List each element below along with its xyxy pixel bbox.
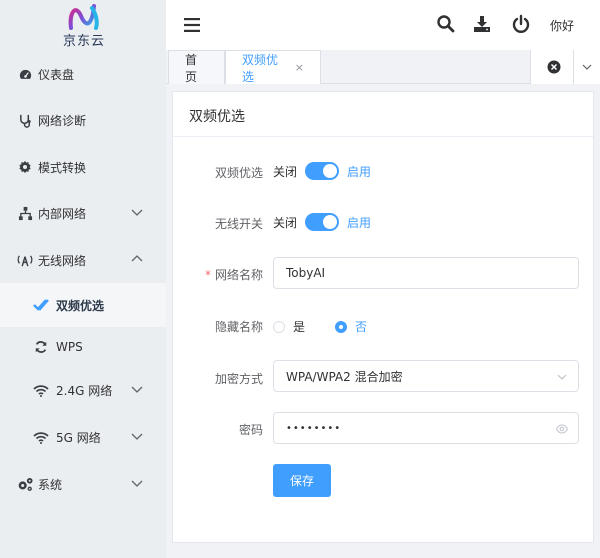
top-header: 你好 bbox=[166, 0, 600, 50]
wireless-switch-row: 关闭 启用 bbox=[273, 213, 371, 231]
jdcloud-logo-icon bbox=[68, 4, 99, 30]
sidebar-item-label: 仪表盘 bbox=[38, 67, 75, 82]
user-greeting[interactable]: 你好 bbox=[550, 17, 574, 34]
tab-dual-band[interactable]: 双频优选 × bbox=[225, 50, 321, 84]
dual-band-label: 双频优选 bbox=[214, 166, 263, 180]
radio-no-label[interactable]: 否 bbox=[355, 318, 367, 335]
tab-close-icon[interactable]: × bbox=[295, 61, 304, 74]
search-icon[interactable] bbox=[436, 14, 456, 34]
sidebar-item-label: 双频优选 bbox=[56, 298, 105, 313]
sidebar-item-network-diagnosis[interactable]: 网络诊断 bbox=[0, 98, 166, 142]
sidebar-item-label: 2.4G 网络 bbox=[56, 383, 113, 398]
dual-band-switch[interactable] bbox=[305, 162, 340, 180]
hide-name-label: 隐藏名称 bbox=[214, 320, 263, 334]
sidebar-item-label: 系统 bbox=[38, 477, 63, 492]
ssid-label-text: 网络名称 bbox=[214, 268, 263, 282]
radio-yes[interactable] bbox=[273, 320, 285, 333]
switch-off-text: 关闭 bbox=[273, 215, 298, 230]
radio-no[interactable] bbox=[335, 320, 348, 333]
chevron-down-icon[interactable] bbox=[581, 61, 593, 73]
chevron-down-icon bbox=[131, 433, 143, 440]
power-icon[interactable] bbox=[511, 14, 531, 34]
cogs-icon bbox=[16, 475, 34, 493]
switch-on-text: 启用 bbox=[347, 164, 372, 179]
stethoscope-icon bbox=[16, 111, 34, 129]
sidebar-item-label: 模式转换 bbox=[38, 160, 87, 175]
sidebar-item-wps[interactable]: WPS bbox=[0, 325, 166, 369]
divider bbox=[573, 50, 574, 84]
encryption-select[interactable]: WPA/WPA2 混合加密 bbox=[273, 360, 579, 392]
divider bbox=[173, 136, 593, 137]
password-value: •••••••• bbox=[286, 422, 342, 434]
sidebar-item-wireless-network[interactable]: 无线网络 bbox=[0, 238, 166, 282]
logo: 京东云 bbox=[50, 2, 118, 50]
sidebar: 京东云 仪表盘 网络诊断 模式转换 内部网络 无线网络 双频优选 WPS 2.4… bbox=[0, 0, 166, 558]
download-icon[interactable] bbox=[472, 14, 492, 34]
network-icon bbox=[16, 204, 34, 222]
tab-label: 双频优选 bbox=[242, 52, 279, 84]
cog-icon bbox=[16, 158, 34, 176]
chevron-down-icon bbox=[131, 480, 143, 487]
tab-tools bbox=[530, 50, 600, 84]
encryption-label: 加密方式 bbox=[214, 372, 263, 386]
sidebar-item-dual-band[interactable]: 双频优选 bbox=[0, 283, 166, 327]
sidebar-item-label: 内部网络 bbox=[38, 206, 87, 221]
sidebar-item-label: WPS bbox=[56, 340, 83, 354]
ssid-label: * 网络名称 bbox=[205, 266, 263, 283]
radio-yes-label[interactable]: 是 bbox=[293, 318, 305, 335]
hide-name-radio-group: 是 否 bbox=[273, 318, 397, 335]
password-label: 密码 bbox=[238, 423, 263, 437]
encryption-value: WPA/WPA2 混合加密 bbox=[286, 369, 403, 384]
ssid-value: TobyAI bbox=[286, 266, 326, 280]
sidebar-item-label: 5G 网络 bbox=[56, 430, 101, 445]
wifi-icon bbox=[32, 428, 50, 446]
dual-band-switch-row: 关闭 启用 bbox=[273, 162, 371, 180]
sidebar-item-label: 无线网络 bbox=[38, 253, 87, 268]
logo-text: 京东云 bbox=[62, 34, 105, 49]
sidebar-item-mode-switch[interactable]: 模式转换 bbox=[0, 145, 166, 189]
required-mark: * bbox=[204, 268, 211, 282]
chevron-down-icon bbox=[131, 386, 143, 393]
antenna-icon bbox=[16, 251, 34, 269]
dashboard-icon bbox=[16, 65, 34, 83]
hamburger-menu-icon[interactable] bbox=[184, 18, 200, 32]
double-check-icon bbox=[32, 296, 50, 314]
sidebar-item-2g-network[interactable]: 2.4G 网络 bbox=[0, 368, 166, 412]
wireless-switch[interactable] bbox=[305, 213, 340, 231]
sidebar-item-internal-network[interactable]: 内部网络 bbox=[0, 191, 166, 235]
card-title: 双频优选 bbox=[189, 109, 245, 125]
close-circle-icon[interactable] bbox=[547, 60, 561, 74]
sidebar-item-dashboard[interactable]: 仪表盘 bbox=[0, 52, 166, 96]
ssid-input[interactable]: TobyAI bbox=[273, 257, 579, 289]
password-input[interactable]: •••••••• bbox=[273, 412, 579, 444]
switch-off-text: 关闭 bbox=[273, 164, 298, 179]
tabs-bar: 首页 双频优选 × bbox=[166, 50, 600, 84]
sidebar-item-5g-network[interactable]: 5G 网络 bbox=[0, 415, 166, 459]
settings-card: 双频优选 双频优选 关闭 启用 无线开关 关闭 启用 * 网络名称 TobyAI … bbox=[172, 91, 594, 543]
sidebar-item-system[interactable]: 系统 bbox=[0, 462, 166, 506]
wifi-icon bbox=[32, 381, 50, 399]
switch-on-text: 启用 bbox=[347, 215, 372, 230]
sidebar-item-label: 网络诊断 bbox=[38, 113, 87, 128]
tab-home[interactable]: 首页 bbox=[168, 50, 225, 84]
chevron-up-icon bbox=[131, 255, 143, 262]
save-button[interactable]: 保存 bbox=[273, 464, 331, 497]
refresh-icon bbox=[32, 338, 50, 356]
chevron-down-icon bbox=[557, 374, 567, 380]
eye-icon[interactable] bbox=[556, 423, 568, 435]
tab-label: 首页 bbox=[185, 52, 198, 84]
chevron-down-icon bbox=[131, 209, 143, 216]
wireless-switch-label: 无线开关 bbox=[214, 217, 263, 231]
